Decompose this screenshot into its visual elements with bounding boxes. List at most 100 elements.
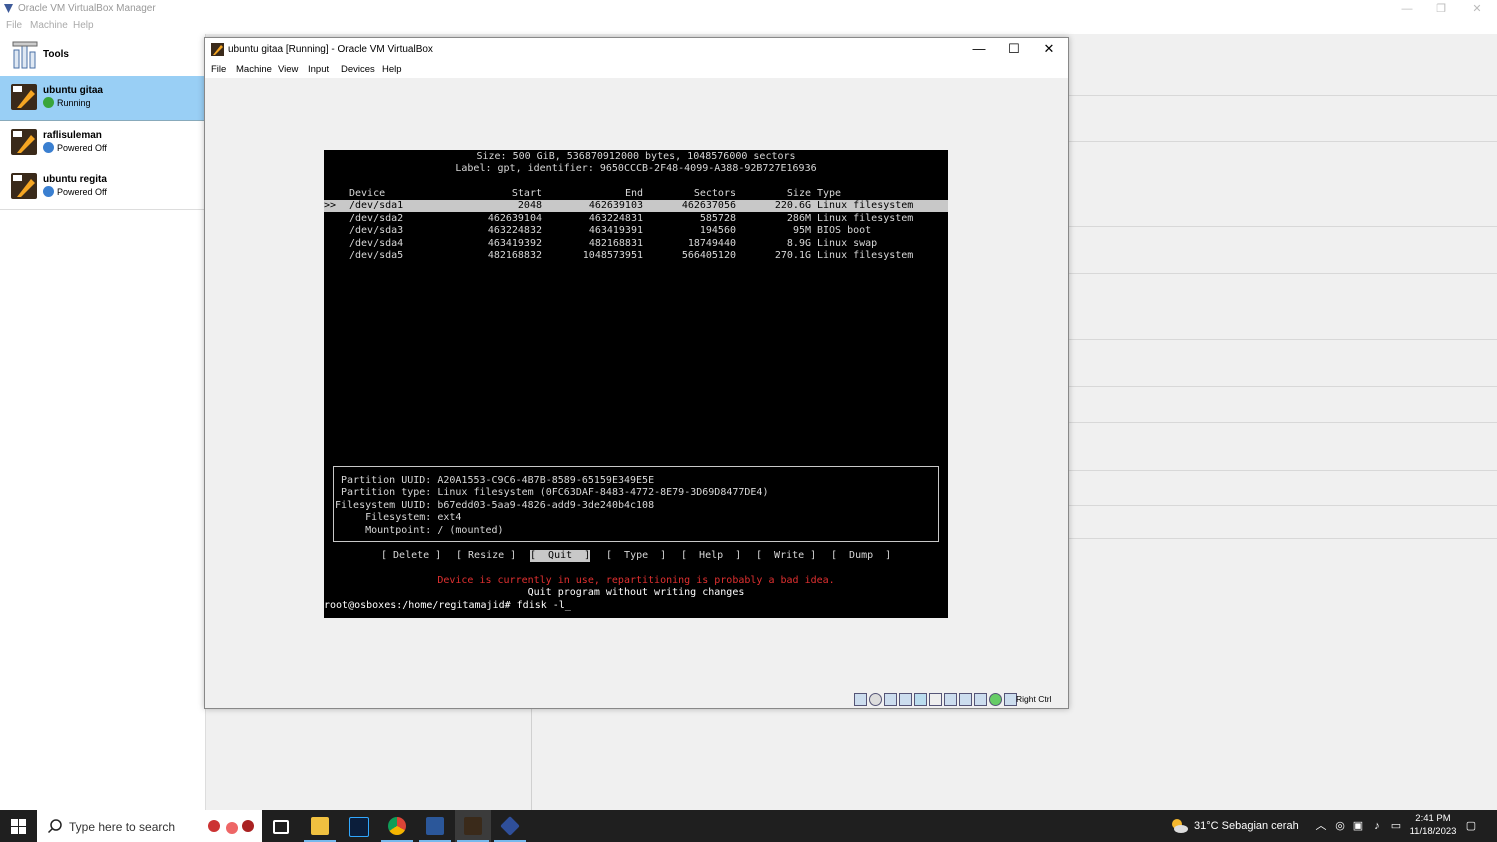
partition-end: 1048573951: [582, 250, 643, 261]
clock-date[interactable]: 11/18/2023: [1408, 826, 1458, 837]
manager-menu-file[interactable]: File: [6, 20, 22, 31]
vm-name: ubuntu regita: [43, 174, 107, 185]
partition-device[interactable]: /dev/sda2: [349, 213, 403, 225]
close-button[interactable]: ✕: [1031, 38, 1067, 61]
disk-size-line: Size: 500 GiB, 536870912000 bytes, 10485…: [476, 151, 796, 162]
partition-type: Linux filesystem: [817, 200, 914, 211]
vm-os-icon: [11, 173, 37, 199]
hint-message: Quit program without writing changes: [527, 587, 745, 598]
details-divider: [1068, 538, 1497, 539]
write-button[interactable]: [ Write ]: [756, 550, 816, 562]
partition-info-box: Partition UUID: A20A1553-C9C6-4B7B-8589-…: [333, 466, 939, 542]
vm-list-item[interactable]: ubuntu regita Powered Off: [0, 165, 205, 210]
photoshop-icon: [349, 817, 369, 837]
manager-menu-machine[interactable]: Machine: [30, 20, 68, 31]
minimize-button[interactable]: —: [961, 38, 997, 61]
network-icon[interactable]: [899, 693, 912, 706]
maximize-button[interactable]: ☐: [996, 38, 1032, 61]
onedrive-icon[interactable]: ◎: [1333, 819, 1347, 833]
taskbar-search-box[interactable]: Type here to search: [37, 810, 262, 842]
search-icon: [47, 819, 62, 834]
weather-text[interactable]: 31°C Sebagian cerah: [1194, 820, 1299, 832]
vm-menu-input[interactable]: Input: [308, 64, 329, 75]
audio-icon[interactable]: [884, 693, 897, 706]
meet-now-icon[interactable]: ▣: [1351, 819, 1365, 833]
partition-end: 482168831: [588, 238, 643, 249]
partition-sectors: 585728: [699, 213, 736, 224]
manager-menu-help[interactable]: Help: [73, 20, 94, 31]
photoshop-app[interactable]: [340, 810, 376, 842]
chevron-up-icon[interactable]: ︿: [1314, 819, 1328, 833]
text-cursor: _: [564, 600, 571, 611]
prompt-text: root@osboxes:/home/regitamajid# fdisk -l: [324, 600, 565, 611]
info-mountpoint: Mountpoint: / (mounted): [335, 525, 504, 536]
display-icon[interactable]: [944, 693, 957, 706]
manager-minimize-button[interactable]: —: [1392, 1, 1422, 17]
tools-item[interactable]: Tools: [0, 36, 205, 76]
manager-menubar: File Machine Help: [0, 18, 1497, 34]
vm-menu-devices[interactable]: Devices: [341, 64, 375, 75]
usb-icon[interactable]: [914, 693, 927, 706]
shared-folder-icon[interactable]: [929, 693, 942, 706]
start-button[interactable]: [0, 810, 37, 842]
word-app[interactable]: [417, 810, 453, 842]
disk-label-line: Label: gpt, identifier: 9650CCCB-2F48-40…: [455, 163, 817, 174]
optical-drive-icon[interactable]: [869, 693, 882, 706]
volume-icon[interactable]: ♪: [1370, 819, 1384, 833]
running-arrow-icon: [43, 97, 54, 108]
virtualization-icon[interactable]: [974, 693, 987, 706]
vm-name: ubuntu gitaa: [43, 85, 103, 96]
info-filesystem: Filesystem: ext4: [335, 512, 462, 523]
manager-restore-button[interactable]: ❐: [1426, 1, 1456, 17]
type-button[interactable]: [ Type ]: [606, 550, 666, 562]
details-divider: [1068, 386, 1497, 387]
vm-menu-file[interactable]: File: [211, 64, 226, 75]
vm-os-icon: [11, 84, 37, 110]
vm-menu-machine[interactable]: Machine: [236, 64, 272, 75]
vm-list-item[interactable]: ubuntu gitaa Running: [0, 76, 205, 121]
power-off-icon: [43, 142, 54, 153]
tools-icon: [12, 41, 38, 69]
file-explorer-app[interactable]: [302, 810, 338, 842]
manager-title: Oracle VM VirtualBox Manager: [18, 3, 156, 14]
column-header-type: Type: [817, 188, 842, 199]
vm-menu-view[interactable]: View: [278, 64, 298, 75]
virtualbox-logo-icon: [4, 4, 13, 13]
notification-icon[interactable]: ▢: [1464, 819, 1478, 833]
delete-button[interactable]: [ Delete ]: [381, 550, 441, 562]
clock-time[interactable]: 2:41 PM: [1408, 813, 1458, 824]
task-view-button[interactable]: [262, 810, 298, 842]
partition-type: Linux filesystem: [817, 250, 914, 261]
manager-close-button[interactable]: ✕: [1462, 1, 1492, 17]
column-header-device: Device: [349, 188, 386, 199]
partition-start: 482168832: [487, 250, 542, 261]
vm-display[interactable]: Size: 500 GiB, 536870912000 bytes, 10485…: [205, 78, 1068, 690]
info-filesystem-uuid: Filesystem UUID: b67edd03-5aa9-4826-add9…: [335, 500, 655, 511]
vm-list-item[interactable]: raflisuleman Powered Off: [0, 121, 205, 166]
column-header-size: Size: [786, 188, 811, 199]
partition-device[interactable]: /dev/sda5: [349, 250, 403, 262]
vm-menu-help[interactable]: Help: [382, 64, 402, 75]
tools-label: Tools: [43, 49, 69, 60]
network-wifi-icon[interactable]: ▭: [1389, 819, 1403, 833]
help-button[interactable]: [ Help ]: [681, 550, 741, 562]
vm-titlebar: ubuntu gitaa [Running] - Oracle VM Virtu…: [205, 38, 1068, 61]
details-divider: [1068, 339, 1497, 340]
hard-disk-icon[interactable]: [854, 693, 867, 706]
quit-button[interactable]: [ Quit ]: [530, 550, 591, 562]
terminal-screen[interactable]: Size: 500 GiB, 536870912000 bytes, 10485…: [324, 150, 948, 618]
mouse-integration-icon[interactable]: [989, 693, 1002, 706]
info-partition-type: Partition type: Linux filesystem (0FC63D…: [335, 487, 769, 498]
dump-button[interactable]: [ Dump ]: [831, 550, 891, 562]
video-capture-icon[interactable]: [959, 693, 972, 706]
chrome-app[interactable]: [379, 810, 415, 842]
partition-device[interactable]: /dev/sda3: [349, 225, 403, 237]
virtualbox-vm-app[interactable]: [455, 810, 491, 842]
info-partition-uuid: Partition UUID: A20A1553-C9C6-4B7B-8589-…: [335, 475, 655, 486]
partition-size: 286M: [786, 213, 811, 224]
partition-device[interactable]: /dev/sda1: [349, 200, 403, 212]
virtualbox-manager-app[interactable]: [492, 810, 528, 842]
partition-device[interactable]: /dev/sda4: [349, 238, 403, 250]
task-view-icon: [273, 820, 289, 834]
resize-button[interactable]: [ Resize ]: [456, 550, 516, 562]
